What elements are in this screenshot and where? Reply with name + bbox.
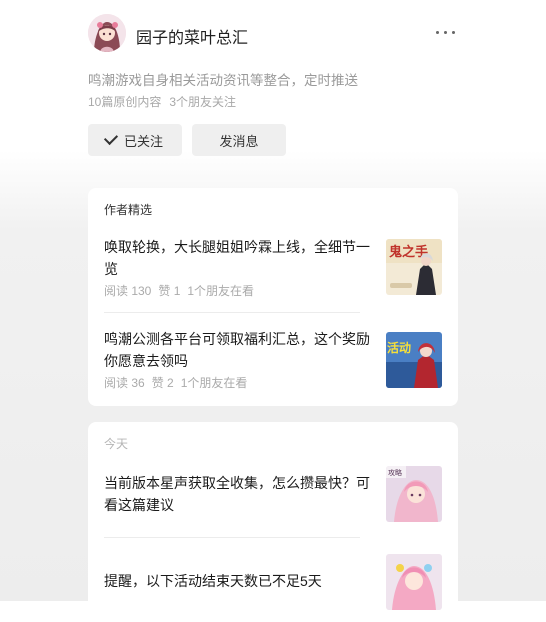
article-divider xyxy=(104,537,360,538)
account-name[interactable]: 园子的菜叶总汇 xyxy=(136,24,248,48)
followed-button[interactable]: 已关注 xyxy=(88,124,182,156)
author-picks-card: 作者精选 唤取轮换，大长腿姐姐吟霖上线，全细节一览 阅读 130 赞 1 1个朋友在… xyxy=(88,188,458,406)
article-meta: 阅读 36 赞 2 1个朋友在看 xyxy=(104,374,247,391)
thumbnail-text: 攻略 xyxy=(388,468,402,477)
article-item[interactable]: 当前版本星声获取全收集，怎么攒最快？可看这篇建议 攻略 xyxy=(104,466,442,526)
article-item[interactable]: 提醒，以下活动结束天数已不足5天 xyxy=(104,554,442,614)
today-card: 今天 当前版本星声获取全收集，怎么攒最快？可看这篇建议 攻略 提醒，以下活动结束… xyxy=(88,422,458,622)
account-avatar[interactable] xyxy=(88,14,126,52)
article-thumbnail xyxy=(386,554,442,610)
read-count: 阅读 36 xyxy=(104,376,145,390)
send-message-button[interactable]: 发消息 xyxy=(192,124,286,156)
thumbnail-text: 活动 xyxy=(387,340,411,355)
article-title: 鸣潮公测各平台可领取福利汇总，这个奖励你愿意去领吗 xyxy=(104,331,370,369)
friends-following[interactable]: 3个朋友关注 xyxy=(169,95,236,109)
today-title: 今天 xyxy=(104,437,129,451)
account-stats: 10篇原创内容 3个朋友关注 xyxy=(88,93,236,110)
article-thumbnail: 活动 xyxy=(386,332,442,388)
like-count: 赞 2 xyxy=(151,376,174,390)
article-meta: 阅读 130 赞 1 1个朋友在看 xyxy=(104,282,254,299)
friends-viewing: 1个朋友在看 xyxy=(180,376,248,390)
article-thumbnail: 攻略 xyxy=(386,466,442,522)
original-count: 10篇原创内容 xyxy=(88,95,162,109)
article-thumbnail: 鬼之手 xyxy=(386,239,442,295)
send-message-label: 发消息 xyxy=(219,133,259,149)
article-title: 当前版本星声获取全收集，怎么攒最快？可看这篇建议 xyxy=(104,475,370,513)
friends-viewing: 1个朋友在看 xyxy=(187,284,255,298)
article-title: 提醒，以下活动结束天数已不足5天 xyxy=(104,573,322,589)
like-count: 赞 1 xyxy=(158,284,181,298)
account-header: 园子的菜叶总汇 xyxy=(88,14,458,56)
read-count: 阅读 130 xyxy=(104,284,152,298)
account-description: 鸣潮游戏自身相关活动资讯等整合，定时推送 xyxy=(88,73,358,88)
article-item[interactable]: 唤取轮换，大长腿姐姐吟霖上线，全细节一览 阅读 130 赞 1 1个朋友在看 鬼之手 xyxy=(104,232,442,298)
article-item[interactable]: 鸣潮公测各平台可领取福利汇总，这个奖励你愿意去领吗 阅读 36 赞 2 1个朋友在看… xyxy=(104,326,442,392)
more-options-icon[interactable] xyxy=(434,22,458,42)
author-picks-title: 作者精选 xyxy=(104,203,153,217)
followed-label: 已关注 xyxy=(123,133,163,149)
article-divider xyxy=(104,312,360,313)
article-title: 唤取轮换，大长腿姐姐吟霖上线，全细节一览 xyxy=(104,239,370,277)
check-icon xyxy=(103,130,119,146)
